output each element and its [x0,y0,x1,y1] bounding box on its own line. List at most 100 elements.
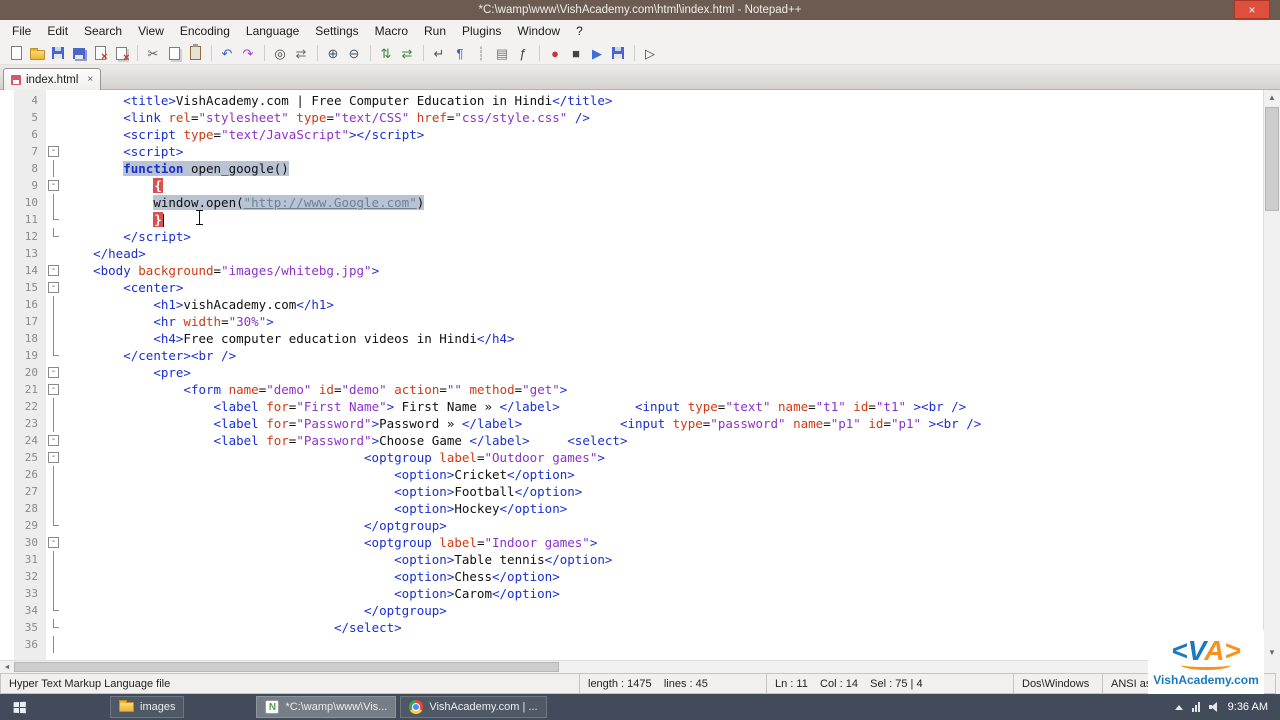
function-list-icon[interactable]: ƒ [513,44,533,63]
code-line[interactable]: 6 <script type="text/JavaScript"></scrip… [0,126,1263,143]
menu-plugins[interactable]: Plugins [454,21,509,41]
code-line[interactable]: 13 </head> [0,245,1263,262]
code-line[interactable]: 24 <label for="Password">Choose Game </l… [0,432,1263,449]
horizontal-scroll-thumb[interactable] [14,662,559,672]
word-wrap-icon[interactable]: ↵ [429,44,449,63]
save-macro-icon[interactable] [608,44,628,63]
code-line[interactable]: 29 </optgroup> [0,517,1263,534]
sync-horizontal-icon[interactable]: ⇄ [397,44,417,63]
doc-map-icon[interactable]: ▤ [492,44,512,63]
indent-guide-icon[interactable]: ┊ [471,44,491,63]
fold-toggle-icon[interactable] [46,449,62,466]
code-line[interactable]: 12 </script> [0,228,1263,245]
redo-icon[interactable]: ↷ [238,44,258,63]
find-icon[interactable]: ◎ [270,44,290,63]
code-area[interactable]: 4 <title>VishAcademy.com | Free Computer… [0,90,1263,653]
code-line[interactable]: 32 <option>Chess</option> [0,568,1263,585]
code-line[interactable]: 7 <script> [0,143,1263,160]
fold-toggle-icon[interactable] [46,143,62,160]
code-line[interactable]: 9 { [0,177,1263,194]
tray-expand-icon[interactable] [1174,704,1183,710]
close-file-icon[interactable] [90,44,110,63]
network-icon[interactable] [1191,702,1200,712]
volume-icon[interactable] [1208,702,1219,712]
code-line[interactable]: 14 <body background="images/whitebg.jpg"… [0,262,1263,279]
code-line[interactable]: 30 <optgroup label="Indoor games"> [0,534,1263,551]
menu-language[interactable]: Language [238,21,307,41]
code-line[interactable]: 15 <center> [0,279,1263,296]
fold-toggle-icon[interactable] [46,364,62,381]
fold-toggle-icon[interactable] [46,177,62,194]
save-all-icon[interactable] [69,44,89,63]
menu-search[interactable]: Search [76,21,130,41]
scroll-down-icon[interactable]: ▼ [1264,645,1280,660]
code-line[interactable]: 35 </select> [0,619,1263,636]
code-line[interactable]: 4 <title>VishAcademy.com | Free Computer… [0,92,1263,109]
fold-toggle-icon[interactable] [46,432,62,449]
fold-toggle-icon[interactable] [46,381,62,398]
code-line[interactable]: 17 <hr width="30%"> [0,313,1263,330]
scroll-up-icon[interactable]: ▲ [1264,90,1280,105]
code-line[interactable]: 26 <option>Cricket</option> [0,466,1263,483]
start-button[interactable] [0,694,38,720]
record-macro-icon[interactable]: ● [545,44,565,63]
show-all-chars-icon[interactable]: ¶ [450,44,470,63]
zoom-in-icon[interactable]: ⊕ [323,44,343,63]
replace-icon[interactable]: ⇄ [291,44,311,63]
menu-encoding[interactable]: Encoding [172,21,238,41]
code-line[interactable]: 8 function open_google() [0,160,1263,177]
paste-icon[interactable] [185,44,205,63]
clock[interactable]: 9:36 AM [1228,701,1268,713]
code-line[interactable]: 11 } [0,211,1263,228]
code-line[interactable]: 20 <pre> [0,364,1263,381]
scroll-left-icon[interactable]: ◄ [0,661,14,673]
sync-vertical-icon[interactable]: ⇅ [376,44,396,63]
menu-run[interactable]: Run [416,21,454,41]
code-line[interactable]: 36 [0,636,1263,653]
code-line[interactable]: 27 <option>Football</option> [0,483,1263,500]
editor[interactable]: 4 <title>VishAcademy.com | Free Computer… [0,90,1263,660]
stop-macro-icon[interactable]: ■ [566,44,586,63]
cut-icon[interactable]: ✂ [143,44,163,63]
menu-edit[interactable]: Edit [39,21,76,41]
code-line[interactable]: 34 </optgroup> [0,602,1263,619]
save-icon[interactable] [48,44,68,63]
taskbar-item-folder[interactable]: images [110,696,185,718]
code-line[interactable]: 18 <h4>Free computer education videos in… [0,330,1263,347]
code-line[interactable]: 10 window.open("http://www.Google.com") [0,194,1263,211]
menu-macro[interactable]: Macro [367,21,416,41]
code-line[interactable]: 33 <option>Carom</option> [0,585,1263,602]
run-script-icon[interactable]: ▷ [640,44,660,63]
fold-toggle-icon[interactable] [46,279,62,296]
fold-toggle-icon[interactable] [46,534,62,551]
zoom-out-icon[interactable]: ⊖ [344,44,364,63]
open-folder-icon[interactable] [27,44,47,63]
copy-icon[interactable] [164,44,184,63]
horizontal-scrollbar[interactable]: ◄ ► [0,660,1263,673]
vertical-scroll-thumb[interactable] [1265,107,1279,211]
taskbar-item-npp[interactable]: *C:\wamp\www\Vis... [256,696,397,718]
code-line[interactable]: 16 <h1>vishAcademy.com</h1> [0,296,1263,313]
code-line[interactable]: 21 <form name="demo" id="demo" action=""… [0,381,1263,398]
menu-settings[interactable]: Settings [307,21,366,41]
new-file-icon[interactable] [6,44,26,63]
code-line[interactable]: 28 <option>Hockey</option> [0,500,1263,517]
fold-toggle-icon[interactable] [46,262,62,279]
vertical-scrollbar[interactable]: ▲ ▼ [1263,90,1280,660]
tab-index-html[interactable]: index.html × [3,68,102,91]
undo-icon[interactable]: ↶ [217,44,237,63]
menu-help[interactable]: ? [568,21,591,41]
code-line[interactable]: 23 <label for="Password">Password » </la… [0,415,1263,432]
menu-window[interactable]: Window [509,21,568,41]
close-all-icon[interactable] [111,44,131,64]
code-line[interactable]: 31 <option>Table tennis</option> [0,551,1263,568]
play-macro-icon[interactable]: ▶ [587,44,607,63]
menu-file[interactable]: File [4,21,39,41]
menu-view[interactable]: View [130,21,172,41]
close-icon[interactable]: × [1234,0,1270,19]
tab-close-icon[interactable]: × [87,75,93,85]
taskbar-item-chrome[interactable]: VishAcademy.com | ... [400,696,547,718]
code-line[interactable]: 5 <link rel="stylesheet" type="text/CSS"… [0,109,1263,126]
code-line[interactable]: 22 <label for="First Name"> First Name »… [0,398,1263,415]
code-line[interactable]: 19 </center><br /> [0,347,1263,364]
